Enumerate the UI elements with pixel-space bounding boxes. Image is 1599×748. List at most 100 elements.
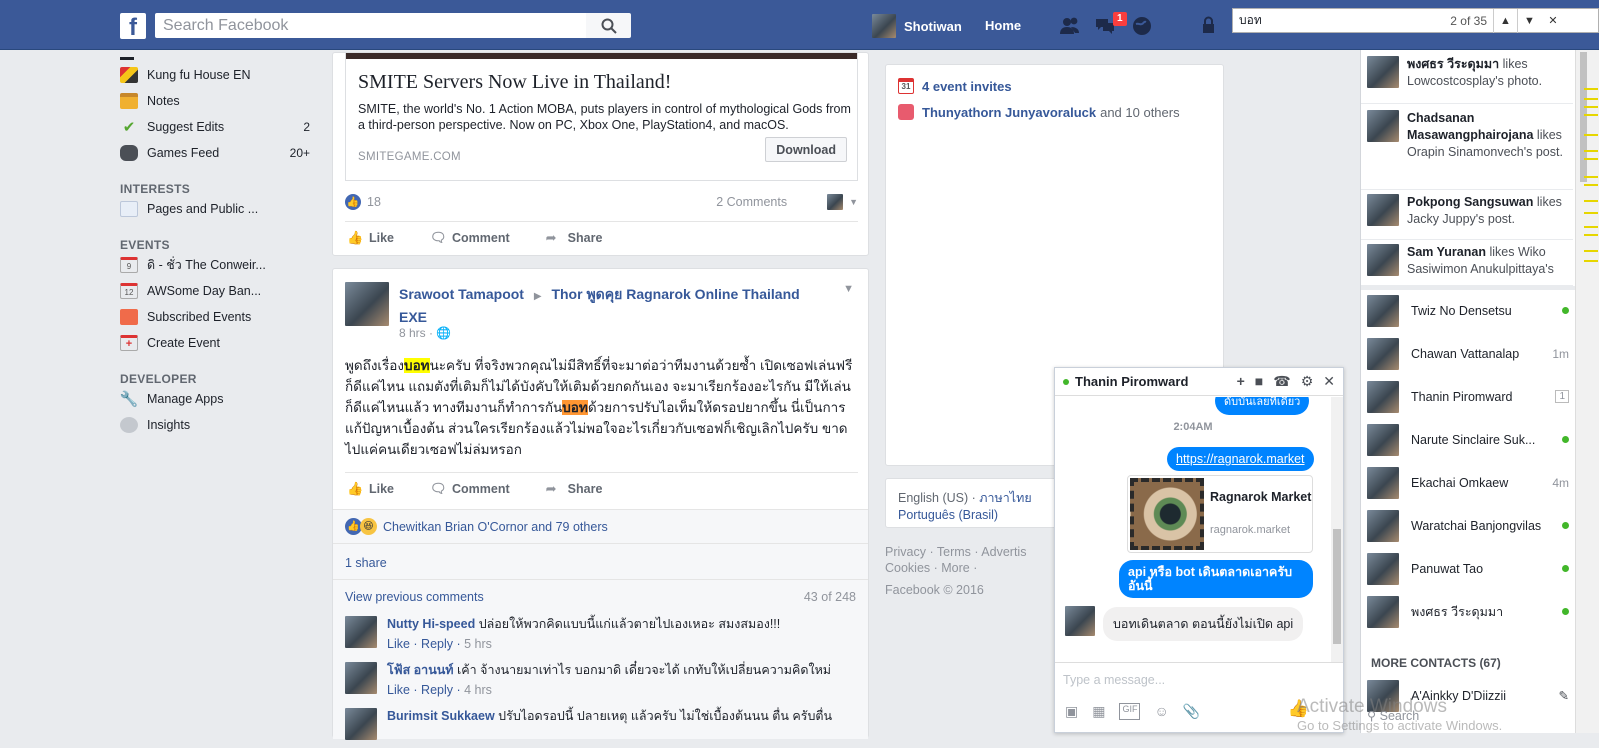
nav-item-manage-apps[interactable]: 🔧 Manage Apps: [120, 386, 320, 412]
ad-link-preview[interactable]: SMITE Servers Now Live in Thailand! SMIT…: [345, 53, 858, 181]
comment-button[interactable]: 🗨 Comment: [430, 481, 510, 496]
close-icon[interactable]: ✕: [1323, 373, 1335, 390]
contact-item[interactable]: Thanin Piromward 1: [1367, 375, 1569, 418]
like-count[interactable]: 18: [367, 195, 381, 209]
commenter-avatar[interactable]: [345, 708, 377, 740]
globe-icon[interactable]: [1131, 16, 1153, 36]
emoji-icon[interactable]: ☺: [1154, 703, 1168, 720]
find-input[interactable]: บอท: [1233, 11, 1433, 30]
like-button[interactable]: 👍 Like: [347, 230, 394, 245]
post-options-chevron-icon[interactable]: ▼: [843, 283, 854, 295]
comment-button[interactable]: 🗨 Comment: [430, 229, 510, 245]
find-previous-button[interactable]: ▲: [1493, 8, 1517, 33]
comment-time[interactable]: 5 hrs: [464, 637, 492, 651]
commenter-name[interactable]: โฟ้ส อานนท์: [387, 663, 454, 677]
chat-header[interactable]: Thanin Piromward + ■ ☎ ⚙ ✕: [1055, 368, 1343, 396]
contact-item[interactable]: Twiz No Densetsu: [1367, 289, 1569, 332]
ticker-item[interactable]: Sam Yuranan likes Wiko Sasiwimon Anukulp…: [1361, 244, 1573, 286]
sent-link-message[interactable]: https://ragnarok.market: [1167, 447, 1314, 471]
comment-count[interactable]: 2 Comments: [716, 195, 787, 209]
contact-item[interactable]: Narute Sinclaire Suk...: [1367, 418, 1569, 461]
search-button[interactable]: [586, 13, 631, 38]
footer-links[interactable]: Privacy · Terms · Advertis: [885, 544, 1045, 560]
post-time[interactable]: 8 hrs: [399, 326, 426, 340]
contact-item[interactable]: Ekachai Omkaew 4m: [1367, 461, 1569, 504]
comment-icon: 🗨: [430, 229, 447, 245]
contact-avatar[interactable]: [1065, 606, 1095, 636]
ad-title[interactable]: SMITE Servers Now Live in Thailand!: [358, 71, 671, 94]
commenter-name[interactable]: Burimsit Sukkaew: [387, 709, 495, 723]
footer-links-2[interactable]: Cookies · More ·: [885, 560, 1045, 576]
home-link[interactable]: Home: [985, 18, 1021, 33]
message-input[interactable]: Type a message...: [1063, 673, 1165, 687]
nav-item-games-feed[interactable]: Games Feed 20+: [120, 140, 320, 166]
nav-item-notes[interactable]: Notes: [120, 88, 320, 114]
language-portuguese-link[interactable]: Português (Brasil): [898, 508, 998, 522]
gear-icon[interactable]: ⚙: [1301, 373, 1314, 390]
find-close-button[interactable]: ✕: [1541, 9, 1565, 33]
page-scrollbar-thumb[interactable]: [1580, 52, 1587, 182]
nav-item-label: Kung fu House EN: [147, 68, 251, 82]
download-button[interactable]: Download: [765, 137, 847, 162]
author-avatar[interactable]: [345, 282, 389, 326]
comment-time[interactable]: 4 hrs: [464, 683, 492, 697]
find-next-button[interactable]: ▼: [1517, 8, 1541, 33]
share-count[interactable]: 1 share: [333, 543, 868, 579]
event-invites-row[interactable]: 31 4 event invites: [898, 78, 1012, 94]
chat-scrollbar-thumb[interactable]: [1333, 529, 1341, 644]
contact-item[interactable]: Chawan Vattanalap 1m: [1367, 332, 1569, 375]
privacy-lock-icon[interactable]: [1200, 16, 1222, 36]
ticker-text: Sam Yuranan likes Wiko Sasiwimon Anukulp…: [1407, 244, 1567, 285]
comment-like-link[interactable]: Like: [387, 637, 410, 651]
share-button[interactable]: ➦ Share: [546, 230, 603, 245]
ticker-item[interactable]: พงศธร วีระดุมมา likes Lowcostcosplay's p…: [1361, 56, 1573, 104]
nav-item-event-2[interactable]: 12 AWSome Day Ban...: [120, 278, 320, 304]
contact-avatar: [1367, 380, 1399, 413]
view-previous-comments-link[interactable]: View previous comments: [345, 590, 484, 604]
author-name[interactable]: Srawoot Tamapoot: [399, 286, 524, 302]
nav-item-pages-public[interactable]: Pages and Public ...: [120, 196, 320, 222]
nav-item-create-event[interactable]: + Create Event: [120, 330, 320, 356]
contact-item[interactable]: Panuwat Tao: [1367, 547, 1569, 590]
add-person-icon[interactable]: +: [1237, 373, 1245, 390]
video-call-icon[interactable]: ■: [1255, 373, 1263, 390]
commenter-name[interactable]: Nutty Hi-speed: [387, 617, 475, 631]
nav-item-subscribed-events[interactable]: Subscribed Events: [120, 304, 320, 330]
share-button[interactable]: ➦ Share: [546, 481, 603, 496]
chat-scrollbar[interactable]: [1331, 397, 1343, 662]
link-preview-card[interactable]: Ragnarok Market ragnarok.market: [1127, 475, 1313, 553]
comment-like-link[interactable]: Like: [387, 683, 410, 697]
compose-icon[interactable]: ✎: [1559, 688, 1569, 703]
commenter-avatar[interactable]: [345, 616, 377, 648]
ticker-item[interactable]: Pokpong Sangsuwan likes Jacky Juppy's po…: [1361, 190, 1573, 240]
search-input[interactable]: [155, 13, 586, 38]
facebook-logo[interactable]: f: [120, 13, 146, 39]
nav-item-event-1[interactable]: 9 ดิ - ชั่ว The Conweir...: [120, 252, 320, 278]
birthday-name-link[interactable]: Thunyathorn Junyavoraluck: [922, 105, 1096, 120]
current-language: English (US): [898, 491, 969, 505]
nav-item-insights[interactable]: Insights: [120, 412, 320, 438]
sticker-icon[interactable]: ▦: [1092, 703, 1105, 720]
comment-reply-link[interactable]: Reply: [421, 637, 453, 651]
chevron-down-icon[interactable]: ▼: [849, 197, 858, 207]
language-thai-link[interactable]: ภาษาไทย: [979, 491, 1031, 505]
voice-call-icon[interactable]: ☎: [1273, 373, 1290, 390]
page-scrollbar[interactable]: [1575, 50, 1599, 733]
commenter-avatar[interactable]: [345, 662, 377, 694]
nav-item-suggest-edits[interactable]: ✔ Suggest Edits 2: [120, 114, 320, 140]
attachment-icon[interactable]: 📎: [1183, 703, 1200, 720]
like-button[interactable]: 👍 Like: [347, 481, 394, 496]
contact-item[interactable]: Waratchai Banjongvilas: [1367, 504, 1569, 547]
reactors-link[interactable]: Chewitkan Brian O'Cornor and 79 others: [383, 520, 608, 534]
comment-reply-link[interactable]: Reply: [421, 683, 453, 697]
profile-link[interactable]: Shotiwan: [872, 14, 962, 38]
photo-icon[interactable]: ▣: [1065, 703, 1078, 720]
contact-item[interactable]: พงศธร วีระดุมมา: [1367, 590, 1569, 633]
ticker-item[interactable]: Chadsanan Masawangphairojana likes Orapi…: [1361, 110, 1573, 190]
nav-item-kung-fu-house[interactable]: Kung fu House EN: [120, 62, 320, 88]
chat-contact-name[interactable]: Thanin Piromward: [1075, 374, 1188, 389]
birthday-others[interactable]: and 10 others: [1100, 105, 1180, 120]
friend-requests-icon[interactable]: [1059, 16, 1081, 36]
event-invites-link[interactable]: 4 event invites: [922, 79, 1012, 94]
gif-icon[interactable]: GIF: [1119, 703, 1141, 720]
